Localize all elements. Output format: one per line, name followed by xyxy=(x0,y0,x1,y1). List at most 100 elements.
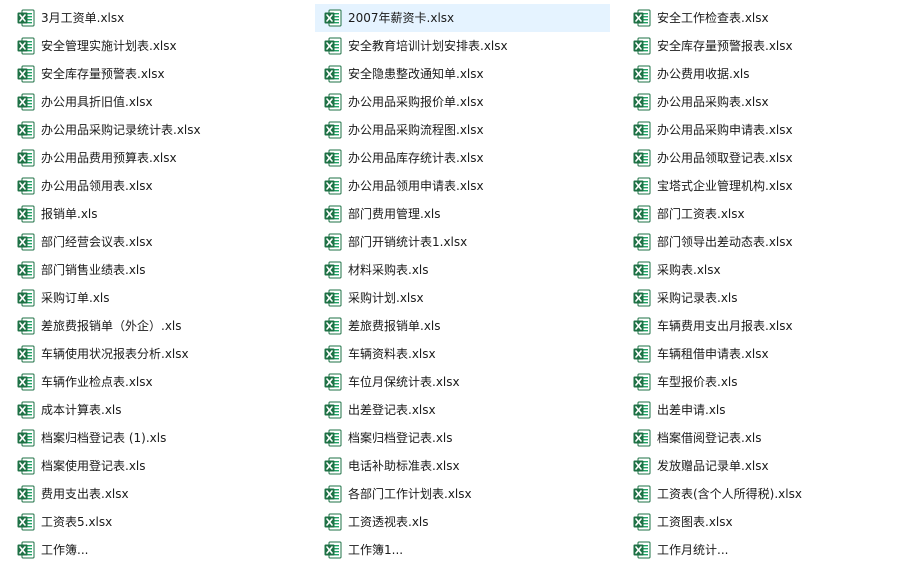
file-item[interactable]: 工资表5.xlsx xyxy=(0,508,309,536)
file-item[interactable]: 工资表(含个人所得税).xlsx xyxy=(618,480,907,508)
file-name: 部门工资表.xlsx xyxy=(657,207,745,221)
file-item[interactable]: 档案归档登记表.xls xyxy=(309,424,618,452)
file-name: 采购记录表.xls xyxy=(657,291,738,305)
file-name: 车位月保统计表.xlsx xyxy=(348,375,460,389)
file-item[interactable]: 办公用品采购记录统计表.xlsx xyxy=(0,116,309,144)
file-item[interactable]: 车辆作业检点表.xlsx xyxy=(0,368,309,396)
file-item[interactable]: 档案借阅登记表.xls xyxy=(618,424,907,452)
excel-file-icon xyxy=(324,485,342,503)
excel-file-icon xyxy=(17,317,35,335)
file-item[interactable]: 安全工作检查表.xlsx xyxy=(618,4,907,32)
excel-file-icon xyxy=(17,261,35,279)
file-name: 出差登记表.xlsx xyxy=(348,403,436,417)
file-item[interactable]: 出差申请.xls xyxy=(618,396,907,424)
file-item[interactable]: 办公用品采购流程图.xlsx xyxy=(309,116,618,144)
file-item[interactable]: 车辆费用支出月报表.xlsx xyxy=(618,312,907,340)
file-item[interactable]: 出差登记表.xlsx xyxy=(309,396,618,424)
file-name: 办公费用收据.xls xyxy=(657,67,750,81)
file-item[interactable]: 采购记录表.xls xyxy=(618,284,907,312)
file-name: 车辆使用状况报表分析.xlsx xyxy=(41,347,189,361)
file-item[interactable]: 采购订单.xls xyxy=(0,284,309,312)
file-item[interactable]: 3月工资单.xlsx xyxy=(0,4,309,32)
file-item[interactable]: 宝塔式企业管理机构.xlsx xyxy=(618,172,907,200)
file-item[interactable]: 档案使用登记表.xls xyxy=(0,452,309,480)
file-name: 档案归档登记表.xls xyxy=(348,431,453,445)
file-item[interactable]: 差旅费报销单.xls xyxy=(309,312,618,340)
excel-file-icon xyxy=(17,429,35,447)
file-item[interactable]: 办公用品领用申请表.xlsx xyxy=(309,172,618,200)
file-item[interactable]: 采购表.xlsx xyxy=(618,256,907,284)
file-name: 3月工资单.xlsx xyxy=(41,11,125,25)
file-name: 工作月统计... xyxy=(657,543,729,557)
file-item[interactable]: 部门工资表.xlsx xyxy=(618,200,907,228)
file-item[interactable]: 安全教育培训计划安排表.xlsx xyxy=(309,32,618,60)
excel-file-icon xyxy=(17,345,35,363)
file-item[interactable]: 电话补助标准表.xlsx xyxy=(309,452,618,480)
file-name: 车辆资料表.xlsx xyxy=(348,347,436,361)
excel-file-icon xyxy=(633,457,651,475)
file-item[interactable]: 办公用品领取登记表.xlsx xyxy=(618,144,907,172)
file-item[interactable]: 办公用品采购申请表.xlsx xyxy=(618,116,907,144)
file-item[interactable]: 车辆使用状况报表分析.xlsx xyxy=(0,340,309,368)
file-item[interactable]: 安全库存量预警报表.xlsx xyxy=(618,32,907,60)
file-list-view: 3月工资单.xlsx 2007年薪资卡.xlsx 安全工作检查表.xlsx 安全… xyxy=(0,4,907,564)
file-item[interactable]: 费用支出表.xlsx xyxy=(0,480,309,508)
file-name: 部门费用管理.xls xyxy=(348,207,441,221)
file-item[interactable]: 办公用具折旧值.xlsx xyxy=(0,88,309,116)
file-item[interactable]: 报销单.xls xyxy=(0,200,309,228)
file-item[interactable]: 部门领导出差动态表.xlsx xyxy=(618,228,907,256)
file-item[interactable]: 部门经营会议表.xlsx xyxy=(0,228,309,256)
file-item[interactable]: 采购计划.xlsx xyxy=(309,284,618,312)
excel-file-icon xyxy=(17,373,35,391)
excel-file-icon xyxy=(633,177,651,195)
file-item[interactable]: 办公费用收据.xls xyxy=(618,60,907,88)
file-item[interactable]: 工作簿... xyxy=(0,536,309,564)
file-name: 工资透视表.xls xyxy=(348,515,429,529)
file-item[interactable]: 档案归档登记表 (1).xls xyxy=(0,424,309,452)
file-name: 档案借阅登记表.xls xyxy=(657,431,762,445)
file-item[interactable]: 车型报价表.xls xyxy=(618,368,907,396)
file-item[interactable]: 办公用品领用表.xlsx xyxy=(0,172,309,200)
file-item[interactable]: 差旅费报销单（外企）.xls xyxy=(0,312,309,340)
excel-file-icon xyxy=(17,513,35,531)
file-item[interactable]: 成本计算表.xls xyxy=(0,396,309,424)
excel-file-icon xyxy=(633,261,651,279)
file-item[interactable]: 部门开销统计表1.xlsx xyxy=(309,228,618,256)
excel-file-icon xyxy=(633,429,651,447)
excel-file-icon xyxy=(324,261,342,279)
file-item[interactable]: 2007年薪资卡.xlsx xyxy=(315,4,610,32)
file-name: 安全库存量预警报表.xlsx xyxy=(657,39,793,53)
file-item[interactable]: 各部门工作计划表.xlsx xyxy=(309,480,618,508)
file-item[interactable]: 安全管理实施计划表.xlsx xyxy=(0,32,309,60)
file-name: 档案使用登记表.xls xyxy=(41,459,146,473)
file-item[interactable]: 部门费用管理.xls xyxy=(309,200,618,228)
file-item[interactable]: 材料采购表.xls xyxy=(309,256,618,284)
file-item[interactable]: 车辆租借申请表.xlsx xyxy=(618,340,907,368)
file-item[interactable]: 办公用品库存统计表.xlsx xyxy=(309,144,618,172)
file-item[interactable]: 部门销售业绩表.xls xyxy=(0,256,309,284)
file-item[interactable]: 办公用品采购表.xlsx xyxy=(618,88,907,116)
file-name: 部门销售业绩表.xls xyxy=(41,263,146,277)
file-name: 办公用品领取登记表.xlsx xyxy=(657,151,793,165)
excel-file-icon xyxy=(633,401,651,419)
file-name: 办公用品费用预算表.xlsx xyxy=(41,151,177,165)
file-name: 宝塔式企业管理机构.xlsx xyxy=(657,179,793,193)
file-item[interactable]: 办公用品费用预算表.xlsx xyxy=(0,144,309,172)
file-item[interactable]: 发放赠品记录单.xlsx xyxy=(618,452,907,480)
file-item[interactable]: 工资图表.xlsx xyxy=(618,508,907,536)
file-item[interactable]: 办公用品采购报价单.xlsx xyxy=(309,88,618,116)
file-item[interactable]: 工作簿1... xyxy=(309,536,618,564)
file-item[interactable]: 安全隐患整改通知单.xlsx xyxy=(309,60,618,88)
file-item[interactable]: 安全库存量预警表.xlsx xyxy=(0,60,309,88)
excel-file-icon xyxy=(633,513,651,531)
file-item[interactable]: 车位月保统计表.xlsx xyxy=(309,368,618,396)
file-name: 工资表5.xlsx xyxy=(41,515,113,529)
file-name: 部门领导出差动态表.xlsx xyxy=(657,235,793,249)
file-item[interactable]: 车辆资料表.xlsx xyxy=(309,340,618,368)
file-item[interactable]: 工作月统计... xyxy=(618,536,907,564)
file-item[interactable]: 工资透视表.xls xyxy=(309,508,618,536)
excel-file-icon xyxy=(17,93,35,111)
file-name: 安全隐患整改通知单.xlsx xyxy=(348,67,484,81)
file-name: 差旅费报销单.xls xyxy=(348,319,441,333)
excel-file-icon xyxy=(633,233,651,251)
